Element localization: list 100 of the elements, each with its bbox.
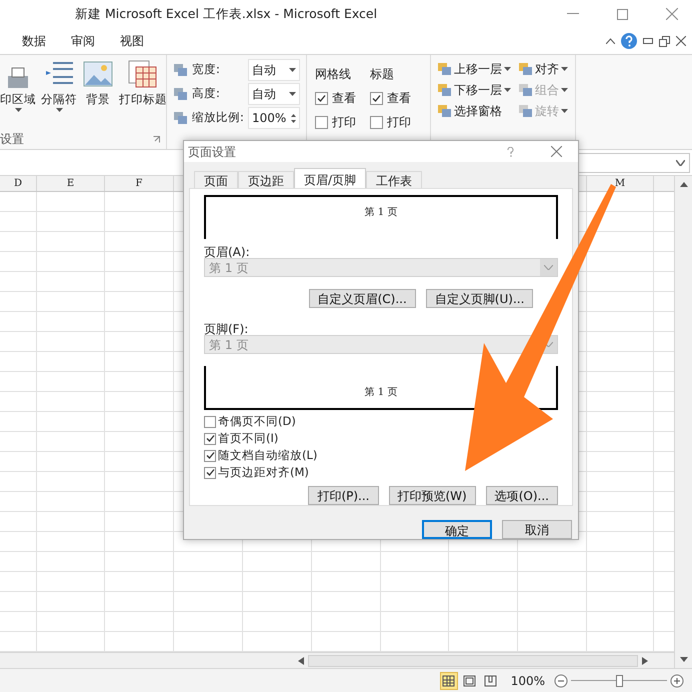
column-header: F [136, 177, 142, 191]
minimize-icon[interactable] [567, 13, 579, 15]
group-heading: 网格线 [315, 66, 352, 83]
scroll-left-icon[interactable] [298, 656, 304, 664]
zoom-in-icon[interactable] [670, 674, 684, 688]
checkbox[interactable] [204, 450, 216, 462]
zoom-level: 100% [510, 672, 545, 690]
expand-icon[interactable] [676, 160, 685, 166]
dialog-tab[interactable]: 页边距 [238, 171, 294, 188]
spin-field[interactable]: 100% [248, 107, 300, 129]
caret-icon [504, 88, 511, 92]
layers-icon [437, 82, 452, 96]
ok-button[interactable]: 确定 [422, 520, 492, 539]
close-icon[interactable] [666, 8, 678, 20]
ribbon-button[interactable]: 对齐 [518, 59, 569, 78]
chevron-down-icon [544, 265, 553, 270]
scroll-right-icon[interactable] [642, 656, 648, 664]
caret-icon [561, 108, 568, 112]
custom-button[interactable]: 自定义页眉(C)... [308, 289, 416, 308]
checkbox-label: 打印 [332, 114, 356, 131]
preview-text: 第 1 页 [364, 206, 398, 220]
field-label: 高度: [192, 85, 221, 102]
dropdown-field[interactable]: 自动 [248, 59, 300, 81]
scroll-thumb[interactable] [308, 654, 638, 666]
slider-thumb[interactable] [616, 674, 623, 686]
caret-icon [14, 108, 22, 112]
spinner-arrows-icon[interactable] [291, 114, 296, 122]
checkbox[interactable] [204, 432, 216, 444]
maximize-icon[interactable] [617, 8, 628, 20]
column-header: M [614, 177, 626, 191]
scale-icon [173, 63, 188, 77]
group-heading: 标题 [370, 66, 395, 83]
checkbox-label: 与页边距对齐(M) [218, 464, 309, 481]
ribbon-button[interactable]: 选择窗格 [437, 101, 512, 120]
ribbon-button[interactable]: 下移一层 [437, 80, 512, 99]
column-header: E [66, 177, 74, 191]
ribbon-button[interactable]: 打印标题 [119, 59, 167, 129]
dialog-button[interactable]: 打印(P)... [308, 486, 378, 505]
scroll-down-icon[interactable] [680, 657, 688, 662]
caret-icon [504, 66, 511, 70]
help-icon[interactable] [621, 33, 637, 49]
checkbox-label: 奇偶页不同(D) [218, 412, 296, 430]
scale-icon [173, 111, 188, 125]
ribbon-tab[interactable]: 视图 [120, 32, 144, 50]
dialog-tab[interactable]: 页眉/页脚 [294, 168, 366, 188]
scale-icon [173, 87, 188, 101]
checkbox-label: 查看 [387, 90, 411, 107]
field-label: 缩放比例: [192, 109, 245, 126]
custom-button[interactable]: 自定义页脚(U)... [426, 289, 534, 308]
ribbon-button[interactable]: 分隔符 [41, 59, 77, 129]
dialog-button[interactable]: 选项(O)... [486, 486, 558, 505]
checkbox[interactable] [204, 466, 216, 478]
dialog-launcher-icon[interactable] [153, 136, 160, 142]
normal-view-button[interactable] [440, 672, 458, 690]
layers-icon [518, 104, 533, 118]
dialog-tab[interactable]: 工作表 [366, 171, 422, 188]
ribbon-button[interactable]: 上移一层 [437, 59, 512, 78]
minimize-icon[interactable] [643, 38, 653, 44]
titles-icon [127, 59, 159, 89]
checkbox[interactable] [315, 116, 328, 128]
image-icon [82, 59, 114, 89]
caret-icon [561, 88, 568, 92]
close-icon[interactable] [676, 36, 686, 46]
close-icon[interactable] [551, 146, 562, 157]
window-title: 新建 Microsoft Excel 工作表.xlsx - Microsoft Excel [75, 4, 378, 23]
column-header: D [14, 177, 22, 191]
layers-icon [518, 62, 533, 76]
caret-icon [289, 92, 296, 96]
ribbon-button[interactable]: 印区域 [0, 59, 36, 129]
zoom-out-icon[interactable] [554, 674, 568, 688]
zoom-slider[interactable] [571, 674, 667, 688]
ribbon-tab[interactable]: 审阅 [71, 32, 95, 50]
checkbox[interactable] [204, 416, 216, 428]
layers-icon [437, 62, 452, 76]
caret-icon [561, 66, 568, 70]
caret-icon [56, 108, 62, 112]
preview-text: 第 1 页 [364, 386, 398, 400]
checkbox[interactable] [315, 92, 328, 104]
help-icon[interactable] [507, 146, 514, 156]
ribbon-tab[interactable]: 数据 [22, 32, 46, 50]
checkbox-label: 查看 [332, 90, 356, 107]
checkbox[interactable] [370, 116, 383, 128]
caret-icon [289, 68, 296, 72]
group-label: 设置 [0, 131, 24, 148]
ribbon-button[interactable]: 背景 [82, 59, 114, 129]
checkbox-label: 随文档自动缩放(L) [218, 446, 318, 464]
dialog-tab[interactable]: 页面 [194, 171, 238, 188]
printer-icon [8, 67, 28, 89]
field-label: 页脚(F): [204, 321, 250, 335]
dialog-button[interactable]: 打印预览(W) [388, 486, 476, 505]
checkbox-label: 打印 [387, 114, 411, 131]
dropdown-field[interactable]: 自动 [248, 83, 300, 105]
collapse-ribbon-icon[interactable] [606, 38, 615, 44]
restore-icon[interactable] [659, 36, 670, 46]
dialog-title: 页面设置 [188, 144, 236, 160]
scroll-up-icon[interactable] [680, 182, 688, 187]
field-label: 页眉(A): [204, 244, 251, 258]
checkbox[interactable] [370, 92, 383, 104]
field-label: 宽度: [192, 61, 221, 78]
cancel-button[interactable]: 取消 [502, 520, 572, 539]
